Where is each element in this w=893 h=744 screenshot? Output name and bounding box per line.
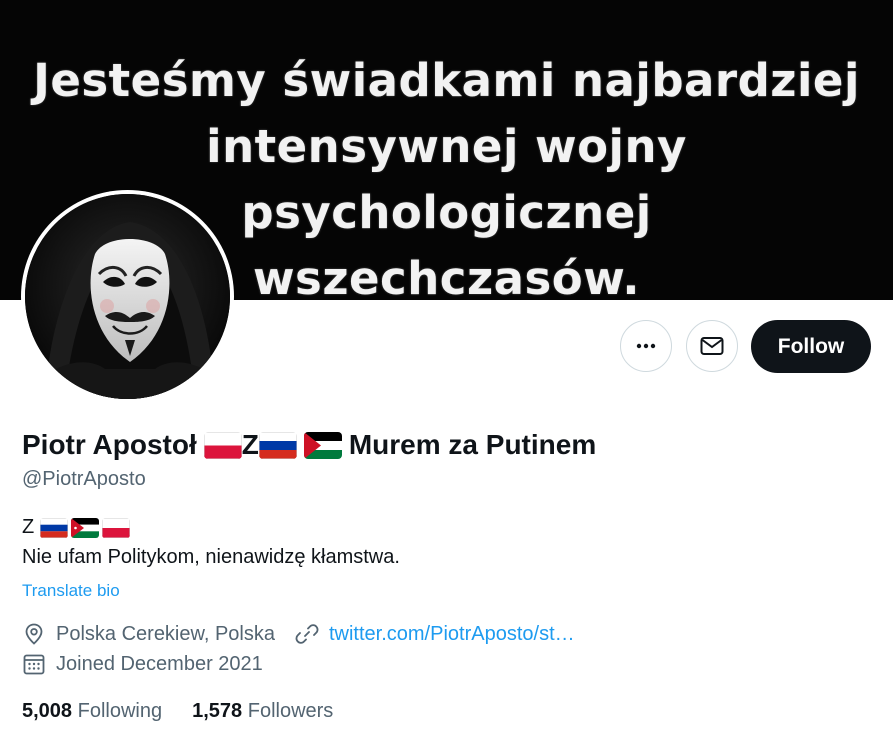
envelope-icon <box>700 337 724 355</box>
message-button[interactable] <box>686 320 738 372</box>
display-name: Piotr Apostoł Z Murem za Putinem <box>22 429 596 461</box>
profile-joined-row: Joined December 2021 <box>22 652 263 676</box>
translate-bio-link[interactable]: Translate bio <box>22 581 120 601</box>
poland-flag-icon <box>102 517 131 538</box>
poland-flag-icon <box>203 431 242 459</box>
banner-line-1: Jesteśmy świadkami najbardziej <box>33 54 860 107</box>
display-name-suffix: Murem za Putinem <box>348 429 597 460</box>
joined-text: Joined December 2021 <box>56 652 263 675</box>
banner-top-cut-text <box>0 0 893 26</box>
follow-stats: 5,008 Following 1,578 Followers <box>22 700 333 723</box>
avatar-frame[interactable] <box>21 190 234 403</box>
website-link[interactable]: twitter.com/PiotrAposto/st… <box>329 623 575 646</box>
more-options-button[interactable] <box>620 320 672 372</box>
following-label: Following <box>77 700 163 722</box>
russia-flag-icon <box>40 517 69 538</box>
avatar[interactable] <box>25 194 230 399</box>
display-name-text: Piotr Apostoł <box>22 429 197 460</box>
banner-top-fragment-icon <box>0 0 893 18</box>
profile-meta-row: Polska Cerekiew, Polska twitter.com/Piot… <box>22 622 575 646</box>
following-stat[interactable]: 5,008 Following <box>22 700 162 723</box>
location-text: Polska Cerekiew, Polska <box>56 622 275 645</box>
follow-button[interactable]: Follow <box>751 320 871 373</box>
bio-text: Nie ufam Politykom, nienawidzę kłamstwa. <box>22 546 400 568</box>
location-pin-icon <box>22 622 46 646</box>
calendar-icon <box>22 652 46 676</box>
more-horizontal-icon <box>636 343 656 349</box>
followers-count: 1,578 <box>192 700 243 722</box>
jordan-flag-icon <box>71 517 100 538</box>
guy-fawkes-mask-avatar-icon <box>25 194 230 399</box>
russia-flag-icon <box>258 431 297 459</box>
display-name-letter: Z <box>241 429 259 460</box>
following-count: 5,008 <box>22 700 73 722</box>
bio-letter: Z <box>22 516 35 538</box>
followers-label: Followers <box>247 700 334 722</box>
link-icon <box>295 622 319 646</box>
profile-handle: @PiotrAposto <box>22 468 146 490</box>
palestine-flag-icon <box>303 431 342 459</box>
followers-stat[interactable]: 1,578 Followers <box>192 700 333 723</box>
bio-emoji-line: Z <box>22 516 131 539</box>
